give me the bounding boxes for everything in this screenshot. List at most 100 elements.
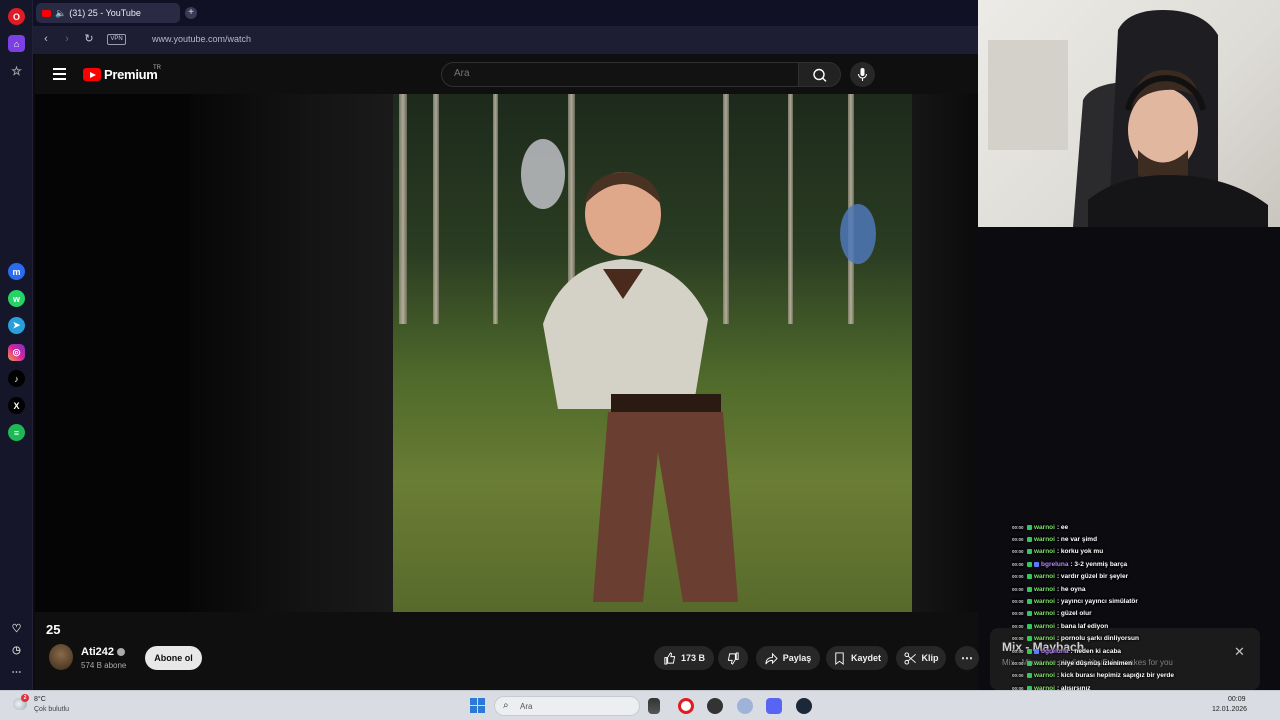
- chat-username: warnoi: [1034, 659, 1055, 667]
- speaker-icon[interactable]: 🔈: [55, 8, 66, 19]
- chat-username: warnoi: [1034, 573, 1055, 581]
- app-icon[interactable]: [707, 698, 723, 714]
- share-label: Paylaş: [782, 653, 812, 663]
- taskbar-search-label: Ara: [520, 702, 533, 711]
- chat-text: : he oyna: [1056, 585, 1086, 593]
- reload-icon[interactable]: ↻: [82, 32, 96, 46]
- file-explorer-icon[interactable]: [648, 698, 660, 714]
- menu-icon[interactable]: [53, 68, 66, 80]
- chat-username: warnoi: [1034, 635, 1055, 643]
- kick-badge-icon: [1027, 561, 1032, 567]
- spotify-icon[interactable]: ≡: [8, 424, 25, 441]
- chat-username: bgreluna: [1041, 647, 1069, 655]
- kick-badge-icon: [1027, 524, 1032, 530]
- chat-text: : ee: [1056, 523, 1069, 531]
- thumbs-up-icon: [664, 651, 676, 665]
- chat-message: 00:00 warnoi: bana laf ediyon: [1012, 620, 1108, 632]
- streamer-figure: [988, 10, 1268, 227]
- opera-logo-icon[interactable]: O: [8, 8, 25, 25]
- chat-text: : kick burası hepimiz sapığız bir yerde: [1056, 672, 1174, 680]
- forward-icon[interactable]: ›: [60, 32, 74, 46]
- chat-timestamp: 00:00: [1012, 598, 1024, 604]
- windows-start-icon[interactable]: [470, 698, 485, 713]
- dislike-button[interactable]: [718, 646, 748, 670]
- taskbar: 2 8°C Çok bulutlu ⌕ Ara 00:09 12.01.2026: [0, 690, 1280, 720]
- clip-button[interactable]: Klip: [896, 646, 946, 670]
- subscriber-count: 574 B abone: [81, 661, 127, 670]
- tab-strip: 🔈 (31) 25 - YouTube +: [33, 0, 978, 26]
- save-button[interactable]: Kaydet: [826, 646, 888, 670]
- kick-badge-icon: [1027, 623, 1032, 629]
- tab-title: (31) 25 - YouTube: [69, 8, 141, 18]
- weather-description[interactable]: Çok bulutlu: [34, 706, 69, 713]
- chat-username: warnoi: [1034, 610, 1055, 618]
- vpn-badge[interactable]: VPN: [107, 34, 126, 45]
- chat-timestamp: 00:00: [1012, 586, 1024, 592]
- chat-message: 00:00 warnoi: ne var şimd: [1012, 533, 1097, 545]
- video-player[interactable]: [35, 94, 978, 612]
- youtube-logo-text[interactable]: Premium: [104, 67, 158, 82]
- url-field[interactable]: www.youtube.com/watch: [152, 34, 251, 44]
- share-button[interactable]: Paylaş: [756, 646, 820, 670]
- chat-text: : niye düşmüş izlenimen: [1056, 659, 1133, 667]
- kick-badge-icon: [1027, 648, 1032, 654]
- x-twitter-icon[interactable]: X: [8, 397, 25, 414]
- home-icon[interactable]: ⌂: [8, 35, 25, 52]
- more-dots-icon: ⋯: [961, 651, 973, 665]
- video-frame[interactable]: [393, 94, 912, 612]
- boy-figure: [521, 139, 876, 602]
- search-input[interactable]: [454, 68, 774, 79]
- steam-icon[interactable]: [796, 698, 812, 714]
- channel-name[interactable]: Ati242: [81, 646, 114, 658]
- youtube-logo-icon[interactable]: [83, 68, 101, 81]
- opera-sidebar: O ⌂ ☆ m w ➤ ◎ ♪ X ≡ ♡ ◷ ⋯: [0, 0, 33, 690]
- discord-icon[interactable]: [766, 698, 782, 714]
- instagram-icon[interactable]: ◎: [8, 344, 25, 361]
- new-tab-button[interactable]: +: [185, 7, 197, 19]
- search-icon: ⌕: [503, 700, 509, 711]
- clock-time[interactable]: 00:09: [1228, 696, 1246, 703]
- taskbar-search[interactable]: ⌕ Ara: [494, 696, 640, 716]
- chat-text: : korku yok mu: [1056, 548, 1104, 556]
- voice-search-button[interactable]: [850, 62, 875, 87]
- chat-message: 00:00 warnoi: he oyna: [1012, 583, 1086, 595]
- chat-message: 00:00 warnoi: vardır güzel bir şeyler: [1012, 571, 1128, 583]
- settings-icon[interactable]: [737, 698, 753, 714]
- chat-text: : bana laf ediyon: [1056, 622, 1109, 630]
- region-code: TR: [153, 65, 161, 71]
- like-button[interactable]: 173 B: [654, 646, 714, 670]
- kick-badge-icon: [1027, 536, 1032, 542]
- chat-timestamp: 00:00: [1012, 623, 1024, 629]
- back-icon[interactable]: ‹: [39, 32, 53, 46]
- chat-message: 00:00 warnoi: pornolu şarkı dinliyorsun: [1012, 633, 1139, 645]
- kick-badge-icon: [1027, 611, 1032, 617]
- chat-timestamp: 00:00: [1012, 660, 1024, 666]
- kick-badge-icon: [1027, 574, 1032, 580]
- chat-message: 00:00 warnoi: ee: [1012, 521, 1068, 533]
- weather-temperature[interactable]: 8°C: [34, 696, 46, 703]
- history-icon[interactable]: ◷: [8, 642, 25, 659]
- bookmark-icon: [835, 651, 844, 665]
- more-actions-button[interactable]: ⋯: [955, 646, 979, 670]
- whatsapp-icon[interactable]: w: [8, 290, 25, 307]
- channel-avatar[interactable]: [49, 644, 73, 670]
- scissors-icon: [903, 651, 916, 665]
- tab-youtube[interactable]: 🔈 (31) 25 - YouTube: [36, 3, 180, 23]
- chat-timestamp: 00:00: [1012, 636, 1024, 642]
- messenger-icon[interactable]: m: [8, 263, 25, 280]
- telegram-icon[interactable]: ➤: [8, 317, 25, 334]
- more-icon[interactable]: ⋯: [8, 664, 25, 681]
- subscribe-button[interactable]: Abone ol: [145, 646, 202, 670]
- chat-username: warnoi: [1034, 548, 1055, 556]
- clock-date[interactable]: 12.01.2026: [1212, 706, 1247, 713]
- chat-message: 00:00 warnoi: niye düşmüş izlenimen: [1012, 657, 1132, 669]
- chat-username: warnoi: [1034, 523, 1055, 531]
- microphone-icon: [857, 68, 868, 81]
- heart-icon[interactable]: ♡: [8, 620, 25, 637]
- search-icon: [813, 68, 827, 82]
- search-box[interactable]: [441, 62, 799, 87]
- tiktok-icon[interactable]: ♪: [8, 370, 25, 387]
- star-icon[interactable]: ☆: [8, 62, 25, 79]
- search-button[interactable]: [798, 62, 841, 87]
- opera-taskbar-icon[interactable]: [678, 698, 694, 714]
